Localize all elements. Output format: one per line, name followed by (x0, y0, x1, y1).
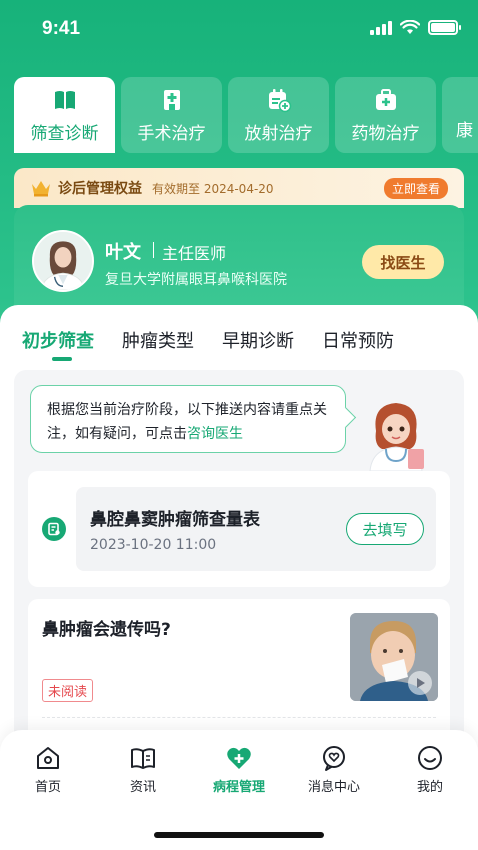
article-card[interactable]: 鼻肿瘤会遗传吗? 未阅读 (28, 599, 450, 739)
find-doctor-button[interactable]: 找医生 (362, 245, 444, 279)
nav-label: 资讯 (129, 780, 156, 795)
message-heart-icon (323, 746, 345, 771)
category-tab-label: 手术治疗 (137, 123, 206, 144)
benefit-valid-date: 有效期至 2024-04-20 (152, 181, 274, 196)
article-title: 鼻肿瘤会遗传吗? (42, 620, 171, 640)
nav-news[interactable]: 资讯 (103, 744, 183, 795)
news-book-icon (131, 748, 155, 769)
nav-messages[interactable]: 消息中心 (294, 744, 374, 795)
category-tab-label: 康 (456, 121, 473, 141)
treatment-category-tabs: 筛查诊断 手术治疗 放射治疗 药物治疗 康 (14, 77, 478, 153)
form-date: 2023-10-20 11:00 (90, 537, 217, 553)
doctor-card[interactable]: 叶文 主任医师 复旦大学附属眼耳鼻喉科医院 找医生 (14, 205, 464, 315)
play-icon[interactable] (410, 673, 430, 693)
doctor-avatar (32, 230, 94, 292)
sub-tab-daily-prevention[interactable]: 日常预防 (322, 327, 394, 353)
fill-form-button[interactable]: 去填写 (346, 513, 424, 545)
nav-label: 消息中心 (307, 780, 360, 795)
category-tab-label: 筛查诊断 (30, 123, 99, 144)
wifi-icon (400, 20, 420, 34)
category-tab-rehab[interactable]: 康 (442, 77, 478, 153)
category-tab-label: 放射治疗 (244, 123, 313, 144)
nav-label: 病程管理 (212, 780, 265, 795)
form-info: 鼻腔鼻窦肿瘤筛查量表 2023-10-20 11:00 去填写 (76, 487, 436, 571)
doctor-separator (153, 242, 154, 258)
screening-sub-tabs: 初步筛查 肿瘤类型 早期诊断 日常预防 (22, 327, 394, 361)
doctor-name: 叶文 (105, 242, 141, 263)
doctor-title: 主任医师 (162, 244, 227, 263)
nurse-illustration (369, 403, 424, 471)
divider (42, 717, 436, 718)
signal-icon (370, 20, 392, 35)
nav-disease-management[interactable]: 病程管理 (199, 744, 279, 795)
battery-icon (428, 20, 461, 35)
sub-tab-tumor-type[interactable]: 肿瘤类型 (122, 327, 194, 353)
nav-label: 我的 (416, 780, 443, 795)
status-time: 9:41 (42, 18, 81, 39)
category-tab-screening[interactable]: 筛查诊断 (14, 77, 115, 153)
book-icon (54, 90, 75, 109)
unread-badge: 未阅读 (42, 679, 94, 702)
category-tab-surgery[interactable]: 手术治疗 (121, 77, 222, 153)
form-title: 鼻腔鼻窦肿瘤筛查量表 (90, 510, 260, 530)
form-icon (42, 517, 66, 541)
category-tab-label: 药物治疗 (351, 123, 420, 144)
crown-icon (32, 181, 50, 197)
article-thumbnail (350, 613, 438, 701)
category-tab-medication[interactable]: 药物治疗 (335, 77, 436, 153)
status-bar: 9:41 (0, 0, 478, 60)
benefit-title: 诊后管理权益 (58, 181, 142, 197)
smile-icon (418, 746, 442, 770)
hospital-icon (163, 89, 180, 110)
nav-home[interactable]: 首页 (8, 744, 88, 795)
nav-label: 首页 (34, 780, 61, 795)
nav-profile[interactable]: 我的 (390, 744, 470, 795)
doctor-hospital: 复旦大学附属眼耳鼻喉科医院 (105, 272, 287, 288)
consult-doctor-link[interactable]: 咨询医生 (187, 426, 243, 442)
view-now-button[interactable]: 立即查看 (383, 178, 448, 199)
sub-tab-initial-screening[interactable]: 初步筛查 (22, 327, 94, 361)
heart-plus-icon (227, 747, 251, 769)
status-icons (370, 20, 461, 35)
home-indicator[interactable] (154, 832, 324, 838)
notice-bubble: 根据您当前治疗阶段，以下推送内容请重点关注，如有疑问，可点击咨询医生 (30, 385, 346, 453)
category-tab-radiotherapy[interactable]: 放射治疗 (228, 77, 329, 153)
home-icon (37, 747, 59, 769)
medicine-box-icon (375, 88, 396, 110)
sub-tab-early-diagnosis[interactable]: 早期诊断 (222, 327, 294, 353)
calendar-add-icon (268, 88, 291, 112)
benefit-banner[interactable]: 诊后管理权益 有效期至 2024-04-20 立即查看 (14, 168, 464, 208)
screening-form-card[interactable]: 鼻腔鼻窦肿瘤筛查量表 2023-10-20 11:00 去填写 (28, 471, 450, 587)
